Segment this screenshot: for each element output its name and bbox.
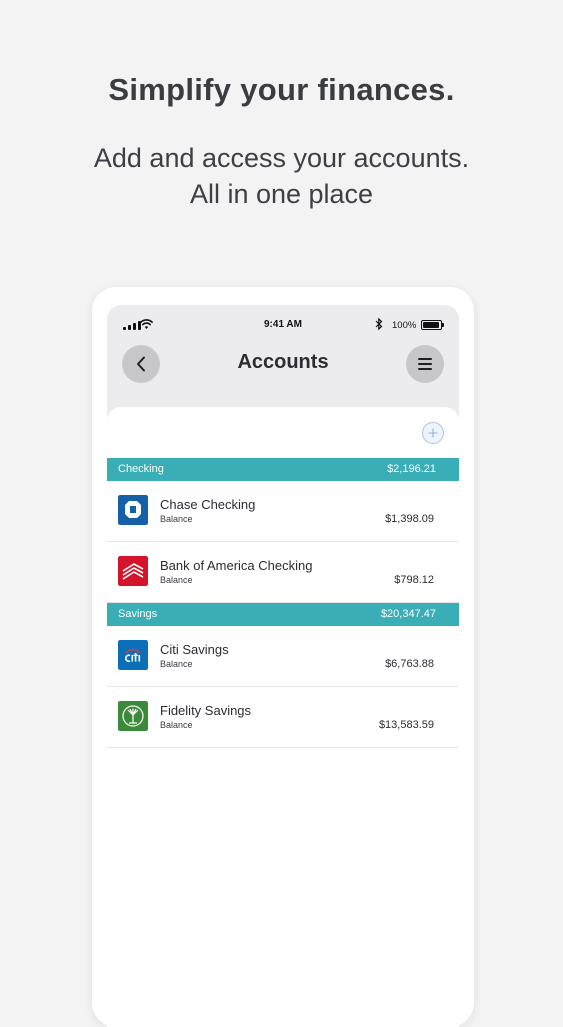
section-name: Savings: [118, 608, 158, 620]
section-total: $2,196.21: [387, 463, 436, 475]
fidelity-logo-icon: [118, 701, 148, 731]
account-balance-label: Balance: [160, 575, 193, 585]
account-balance-label: Balance: [160, 514, 193, 524]
account-balance: $6,763.88: [385, 658, 434, 670]
account-balance: $798.12: [394, 574, 434, 586]
account-balance-label: Balance: [160, 720, 193, 730]
section-name: Checking: [118, 463, 164, 475]
accounts-list: Checking $2,196.21 Chase Checking Balanc…: [107, 407, 459, 1027]
account-row-citi-savings[interactable]: Citi Savings Balance $6,763.88: [107, 626, 459, 687]
bluetooth-icon: [375, 318, 383, 330]
phone-screen: 9:41 AM 100% Accounts Checking $2,196.21…: [107, 305, 459, 1027]
account-row-bank-of-america-checking[interactable]: Bank of America Checking Balance $798.12: [107, 542, 459, 603]
account-name: Fidelity Savings: [160, 703, 252, 718]
citi-logo-icon: [118, 640, 148, 670]
hamburger-icon: [418, 358, 432, 370]
account-balance: $13,583.59: [378, 719, 434, 731]
section-header-savings[interactable]: Savings $20,347.47: [107, 603, 459, 626]
headline: Simplify your finances.: [108, 72, 455, 107]
chase-logo-icon: [118, 495, 148, 525]
subheadline-line-2: All in one place: [189, 179, 374, 209]
account-name: Citi Savings: [160, 642, 229, 657]
account-name: Bank of America Checking: [160, 558, 313, 573]
phone-mockup: 9:41 AM 100% Accounts Checking $2,196.21…: [92, 287, 474, 1027]
subheadline-line-1: Add and access your accounts.: [93, 143, 470, 173]
account-row-fidelity-savings[interactable]: Fidelity Savings Balance $13,583.59: [107, 687, 459, 748]
add-account-button[interactable]: [422, 422, 444, 444]
section-header-checking[interactable]: Checking $2,196.21: [107, 458, 459, 481]
account-balance-label: Balance: [160, 659, 193, 669]
menu-button[interactable]: [406, 345, 444, 383]
battery-percent: 100%: [392, 320, 417, 331]
section-total: $20,347.47: [380, 608, 436, 620]
status-bar: 9:41 AM 100%: [107, 305, 459, 345]
account-name: Chase Checking: [160, 497, 256, 512]
account-balance: $1,398.09: [385, 513, 434, 525]
battery-icon: [421, 320, 444, 330]
account-row-chase-checking[interactable]: Chase Checking Balance $1,398.09: [107, 481, 459, 542]
bank-of-america-logo-icon: [118, 556, 148, 586]
plus-icon: [428, 428, 438, 438]
subheadline: Add and access your accounts. All in one…: [0, 140, 563, 212]
